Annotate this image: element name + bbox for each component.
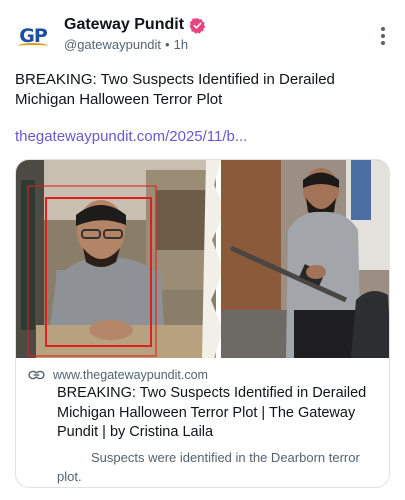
more-options-icon[interactable] — [373, 26, 393, 46]
domain-row: www.thegatewaypundit.com — [28, 368, 378, 382]
post-header: GP Gateway Pundit @gatewaypundit • 1h — [15, 14, 393, 54]
card-image[interactable] — [16, 160, 389, 358]
author-name[interactable]: Gateway Pundit — [64, 16, 184, 34]
verified-icon — [189, 17, 206, 34]
handle-row: @gatewaypundit • 1h — [64, 37, 188, 52]
post-text: BREAKING: Two Suspects Identified in Der… — [15, 71, 335, 108]
post-link[interactable]: thegatewaypundit.com/2025/11/b... — [15, 127, 375, 147]
card-meta: www.thegatewaypundit.com BREAKING: Two S… — [28, 368, 378, 486]
link-preview-card[interactable]: www.thegatewaypundit.com BREAKING: Two S… — [15, 159, 390, 488]
name-row: Gateway Pundit — [64, 16, 206, 34]
card-description: Suspects were identified in the Dearborn… — [57, 449, 360, 484]
card-title[interactable]: BREAKING: Two Suspects Identified in Der… — [57, 384, 378, 443]
avatar[interactable]: GP — [15, 18, 51, 54]
link-icon — [28, 370, 45, 380]
card-domain: www.thegatewaypundit.com — [53, 368, 208, 382]
post-time[interactable]: 1h — [174, 37, 188, 52]
avatar-swoosh — [18, 43, 48, 49]
separator-dot: • — [165, 37, 170, 52]
author-handle[interactable]: @gatewaypundit — [64, 37, 161, 52]
